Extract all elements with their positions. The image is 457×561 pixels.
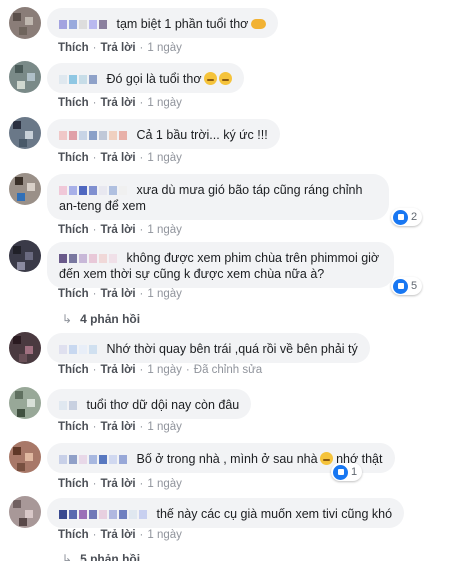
avatar[interactable] [9,441,41,473]
reply-link[interactable]: Trả lời [101,529,136,541]
comment-actions: Thích · Trả lời · 1 ngày [58,421,182,433]
like-link[interactable]: Thích [58,421,89,433]
reply-arrow-icon: ↳ [62,552,73,561]
reaction-count[interactable]: 1 [331,463,363,481]
reply-arrow-icon: ↳ [62,312,73,326]
commenter-name[interactable] [59,185,129,196]
reply-link[interactable]: Trả lời [101,364,136,376]
timestamp[interactable]: 1 ngày [147,97,182,109]
avatar[interactable] [9,496,41,528]
like-link[interactable]: Thích [58,478,89,490]
like-link[interactable]: Thích [58,288,89,300]
commenter-name[interactable] [59,400,79,411]
comment-actions: Thích · Trả lời · 1 ngày [58,224,182,236]
commenter-name[interactable] [59,344,99,355]
reply-link[interactable]: Trả lời [101,288,136,300]
comment-bubble: Cả 1 bầu trời... ký ức !!! [47,119,280,149]
timestamp[interactable]: 1 ngày [147,288,182,300]
comment-bubble: tuổi thơ dữ dội nay còn đâu [47,389,252,419]
comment-actions: Thích · Trả lời · 1 ngày [58,42,182,54]
commenter-name[interactable] [59,74,99,85]
commenter-name[interactable] [59,19,109,30]
timestamp[interactable]: 1 ngày [147,364,182,376]
avatar[interactable] [9,117,41,149]
avatar[interactable] [9,240,41,272]
timestamp[interactable]: 1 ngày [147,478,182,490]
view-replies-link[interactable]: ↳ 4 phản hồi [62,312,140,326]
like-link[interactable]: Thích [58,224,89,236]
like-link[interactable]: Thích [58,529,89,541]
timestamp[interactable]: 1 ngày [147,421,182,433]
avatar[interactable] [9,61,41,93]
reply-link[interactable]: Trả lời [101,42,136,54]
comment-bubble: thế này các cụ già muốn xem tivi cũng kh… [47,498,405,528]
like-reaction-icon [393,278,408,294]
comment-text: Cả 1 bầu trời... ký ức !!! [136,128,268,142]
timestamp[interactable]: 1 ngày [147,152,182,164]
timestamp[interactable]: 1 ngày [147,42,182,54]
comment-text: tuổi thơ dữ dội nay còn đâu [86,398,240,412]
reply-link[interactable]: Trả lời [101,478,136,490]
comment-text: Bố ở trong nhà , mình ở sau nhà [136,452,318,466]
sad-emoji-icon [203,72,217,85]
comment-actions: Thích · Trả lời · 1 ngày [58,288,182,300]
comment-text: Đó gọi là tuổi thơ [106,72,202,86]
comment-bubble: Nhớ thời quay bên trái ,quá rồi về bên p… [47,333,370,363]
comment-text: tạm biệt 1 phần tuổi thơ [116,17,249,31]
reply-link[interactable]: Trả lời [101,152,136,164]
like-reaction-icon [333,464,348,480]
comment-bubble: tạm biệt 1 phần tuổi thơ [47,8,279,38]
sad-emoji-icon [218,72,232,85]
comment-bubble: Đó gọi là tuổi thơ [47,63,244,93]
edited-label[interactable]: Đã chỉnh sửa [194,364,262,376]
timestamp[interactable]: 1 ngày [147,529,182,541]
like-link[interactable]: Thích [58,152,89,164]
avatar[interactable] [9,387,41,419]
avatar[interactable] [9,332,41,364]
sad-emoji-icon [319,452,333,465]
reply-link[interactable]: Trả lời [101,97,136,109]
commenter-name[interactable] [59,454,129,465]
reaction-count[interactable]: 5 [391,277,423,295]
commenter-name[interactable] [59,509,149,520]
comment-actions: Thích · Trả lời · 1 ngày [58,152,182,164]
avatar[interactable] [9,173,41,205]
commenter-name[interactable] [59,253,119,264]
comment-actions: Thích · Trả lời · 1 ngày [58,478,182,490]
reply-link[interactable]: Trả lời [101,224,136,236]
comment-bubble: xưa dù mưa gió bão táp cũng ráng chỉnh a… [47,174,389,220]
hand-emoji-icon [251,19,267,29]
like-link[interactable]: Thích [58,364,89,376]
comment-text: Nhớ thời quay bên trái ,quá rồi về bên p… [106,342,358,356]
like-link[interactable]: Thích [58,42,89,54]
comment-actions: Thích · Trả lời · 1 ngày [58,97,182,109]
reply-link[interactable]: Trả lời [101,421,136,433]
comment-bubble: không được xem phim chùa trên phimmoi gi… [47,242,394,288]
commenter-name[interactable] [59,130,129,141]
comment-actions: Thích · Trả lời · 1 ngày · Đã chỉnh sửa [58,364,263,376]
like-link[interactable]: Thích [58,97,89,109]
avatar[interactable] [9,7,41,39]
view-replies-link[interactable]: ↳ 5 phản hồi [62,552,140,561]
reaction-count[interactable]: 2 [391,208,423,226]
timestamp[interactable]: 1 ngày [147,224,182,236]
comment-actions: Thích · Trả lời · 1 ngày [58,529,182,541]
comment-text: thế này các cụ già muốn xem tivi cũng kh… [156,507,393,521]
like-reaction-icon [393,209,408,225]
